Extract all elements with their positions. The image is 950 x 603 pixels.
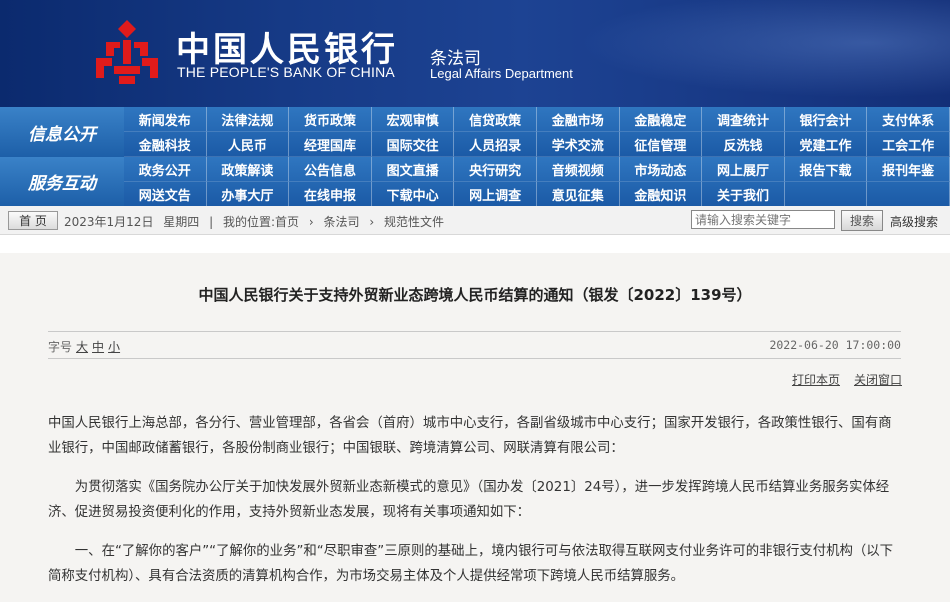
- nav-group-label: 服务互动: [0, 157, 124, 206]
- location-label: 我的位置:: [223, 215, 276, 229]
- nav-info-item[interactable]: 货币政策: [289, 107, 372, 132]
- nav-info-item[interactable]: 信贷政策: [454, 107, 537, 132]
- nav-info-item[interactable]: 调查统计: [702, 107, 785, 132]
- breadcrumb: 2023年1月12日 星期四 | 我的位置:首页 › 条法司 › 规范性文件: [64, 213, 450, 230]
- nav-info-item[interactable]: 人民币: [206, 132, 290, 157]
- nav-info-item[interactable]: 征信管理: [619, 132, 703, 157]
- nav-service-item: [784, 182, 868, 207]
- nav-service-item[interactable]: 网上调查: [454, 182, 537, 207]
- font-size-small-link[interactable]: 小: [108, 340, 120, 354]
- breadcrumb-dept-link[interactable]: 条法司: [324, 215, 360, 229]
- home-button[interactable]: 首 页: [8, 211, 58, 230]
- nav-items: 政务公开 政策解读 公告信息 图文直播 央行研究 音频视频 市场动态 网上展厅 报告下载 报刊年鉴…: [124, 157, 950, 207]
- nav-items: 新闻发布 法律法规 货币政策 宏观审慎 信贷政策 金融市场 金融稳定 调查统计 银行会计 支付体系…: [124, 107, 950, 157]
- font-size-medium-link[interactable]: 中: [92, 340, 104, 354]
- nav-info-item[interactable]: 支付体系: [867, 107, 950, 132]
- nav-info-item[interactable]: 金融市场: [536, 107, 620, 132]
- current-date: 2023年1月12日: [64, 215, 154, 229]
- nav-info-item[interactable]: 经理国库: [289, 132, 372, 157]
- nav-service-item[interactable]: 办事大厅: [206, 182, 290, 207]
- breadcrumb-home-link[interactable]: 首页: [275, 215, 299, 229]
- article-tools: 打印本页 关闭窗口: [778, 371, 902, 388]
- search-input[interactable]: [691, 210, 835, 229]
- nav-service-item[interactable]: 网上展厅: [702, 157, 785, 182]
- nav-service-item[interactable]: 关于我们: [702, 182, 785, 207]
- nav-service-item[interactable]: 在线申报: [289, 182, 372, 207]
- close-window-link[interactable]: 关闭窗口: [854, 373, 902, 387]
- nav-service-item[interactable]: 音频视频: [536, 157, 620, 182]
- banner-decoration: [530, 0, 950, 107]
- spacer: [0, 235, 950, 253]
- nav-group-service: 服务互动 政务公开 政策解读 公告信息 图文直播 央行研究 音频视频 市场动态 网上展厅 报告下…: [0, 157, 950, 207]
- nav-service-item[interactable]: 报刊年鉴: [867, 157, 950, 182]
- article-panel: 中国人民银行关于支持外贸新业态跨境人民币结算的通知（银发〔2022〕139号） …: [0, 253, 950, 602]
- nav-service-item: [867, 182, 950, 207]
- article-paragraph: 中国人民银行上海总部，各分行、营业管理部，各省会（首府）城市中心支行，各副省级城…: [48, 416, 892, 456]
- print-page-link[interactable]: 打印本页: [792, 373, 840, 387]
- nav-service-item[interactable]: 央行研究: [454, 157, 537, 182]
- nav-service-item[interactable]: 图文直播: [371, 157, 455, 182]
- nav-info-item[interactable]: 法律法规: [206, 107, 290, 132]
- main-navigation: 信息公开 新闻发布 法律法规 货币政策 宏观审慎 信贷政策 金融市场 金融稳定 调查统计 银行会…: [0, 107, 950, 207]
- current-weekday: 星期四: [163, 215, 200, 229]
- font-size-large-link[interactable]: 大: [76, 340, 88, 354]
- article-body: 中国人民银行上海总部，各分行、营业管理部，各省会（首府）城市中心支行，各副省级城…: [48, 411, 901, 603]
- nav-info-item[interactable]: 学术交流: [536, 132, 620, 157]
- breadcrumb-bar: 首 页 2023年1月12日 星期四 | 我的位置:首页 › 条法司 › 规范性…: [0, 206, 950, 235]
- breadcrumb-separator: |: [209, 215, 214, 229]
- article-title: 中国人民银行关于支持外贸新业态跨境人民币结算的通知（银发〔2022〕139号）: [198, 286, 752, 304]
- nav-service-item[interactable]: 意见征集: [536, 182, 620, 207]
- article-paragraph: 一、在“了解你的客户”“了解你的业务”和“尽职审查”三原则的基础上，境内银行可与…: [48, 544, 894, 584]
- nav-service-item[interactable]: 金融知识: [619, 182, 703, 207]
- pboc-emblem-icon: [96, 20, 158, 84]
- nav-info-item[interactable]: 国际交往: [371, 132, 455, 157]
- publish-datetime: 2022-06-20 17:00:00: [769, 338, 901, 352]
- article-paragraph: 为贯彻落实《国务院办公厅关于加快发展外贸新业态新模式的意见》（国办发〔2021〕…: [48, 480, 890, 520]
- nav-info-item[interactable]: 人员招录: [454, 132, 537, 157]
- font-size-label: 字号: [48, 340, 73, 354]
- chevron-right-icon: ›: [369, 215, 375, 229]
- nav-info-item[interactable]: 反洗钱: [702, 132, 785, 157]
- article-meta: 字号大中小 2022-06-20 17:00:00: [48, 331, 901, 359]
- nav-info-item[interactable]: 宏观审慎: [371, 107, 455, 132]
- site-header-banner: 中国人民银行 THE PEOPLE'S BANK OF CHINA 条法司 Le…: [0, 0, 950, 107]
- nav-info-item[interactable]: 金融稳定: [619, 107, 703, 132]
- nav-service-item[interactable]: 公告信息: [289, 157, 372, 182]
- breadcrumb-category-link[interactable]: 规范性文件: [384, 215, 444, 229]
- department-name-en: Legal Affairs Department: [430, 66, 573, 81]
- nav-service-item[interactable]: 下载中心: [371, 182, 455, 207]
- nav-group-info: 信息公开 新闻发布 法律法规 货币政策 宏观审慎 信贷政策 金融市场 金融稳定 调查统计 银行会…: [0, 107, 950, 157]
- nav-info-item[interactable]: 金融科技: [124, 132, 207, 157]
- chevron-right-icon: ›: [308, 215, 314, 229]
- nav-info-item[interactable]: 银行会计: [784, 107, 868, 132]
- bank-name-en: THE PEOPLE'S BANK OF CHINA: [177, 64, 395, 80]
- font-size-switcher: 字号大中小: [48, 338, 120, 355]
- search-button[interactable]: 搜索: [841, 210, 883, 231]
- nav-service-item[interactable]: 报告下载: [784, 157, 868, 182]
- advanced-search-link[interactable]: 高级搜索: [890, 213, 938, 230]
- nav-group-label: 信息公开: [0, 107, 124, 157]
- nav-service-item[interactable]: 政策解读: [206, 157, 290, 182]
- nav-service-item[interactable]: 网送文告: [124, 182, 207, 207]
- nav-info-item[interactable]: 党建工作: [784, 132, 868, 157]
- nav-service-item[interactable]: 政务公开: [124, 157, 207, 182]
- nav-info-item[interactable]: 新闻发布: [124, 107, 207, 132]
- nav-info-item[interactable]: 工会工作: [867, 132, 950, 157]
- nav-service-item[interactable]: 市场动态: [619, 157, 703, 182]
